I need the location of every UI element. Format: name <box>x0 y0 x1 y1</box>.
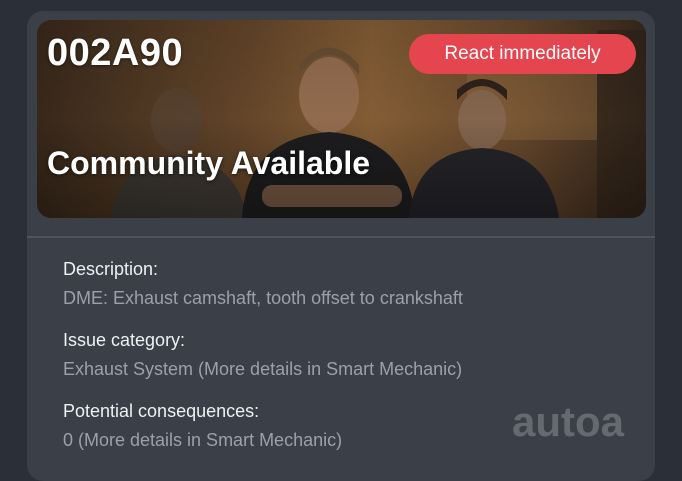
banner-headline: Community Available <box>47 145 371 181</box>
consequences-value: 0 (More details in Smart Mechanic) <box>63 430 343 450</box>
autoa-watermark-logo: autoa <box>512 400 625 442</box>
description-value: DME: Exhaust camshaft, tooth offset to c… <box>63 288 463 308</box>
svg-text:autoa: autoa <box>512 400 625 442</box>
issue-category-value: Exhaust System (More details in Smart Me… <box>63 359 463 379</box>
fault-code: 002A90 <box>47 32 184 74</box>
community-banner[interactable]: 002A90 Community Available React immedia… <box>37 20 646 218</box>
issue-category-label: Issue category: <box>63 330 186 350</box>
description-label: Description: <box>63 259 159 279</box>
section-divider <box>27 236 655 238</box>
urgency-badge: React immediately <box>409 34 636 74</box>
consequences-label: Potential consequences: <box>63 401 260 421</box>
